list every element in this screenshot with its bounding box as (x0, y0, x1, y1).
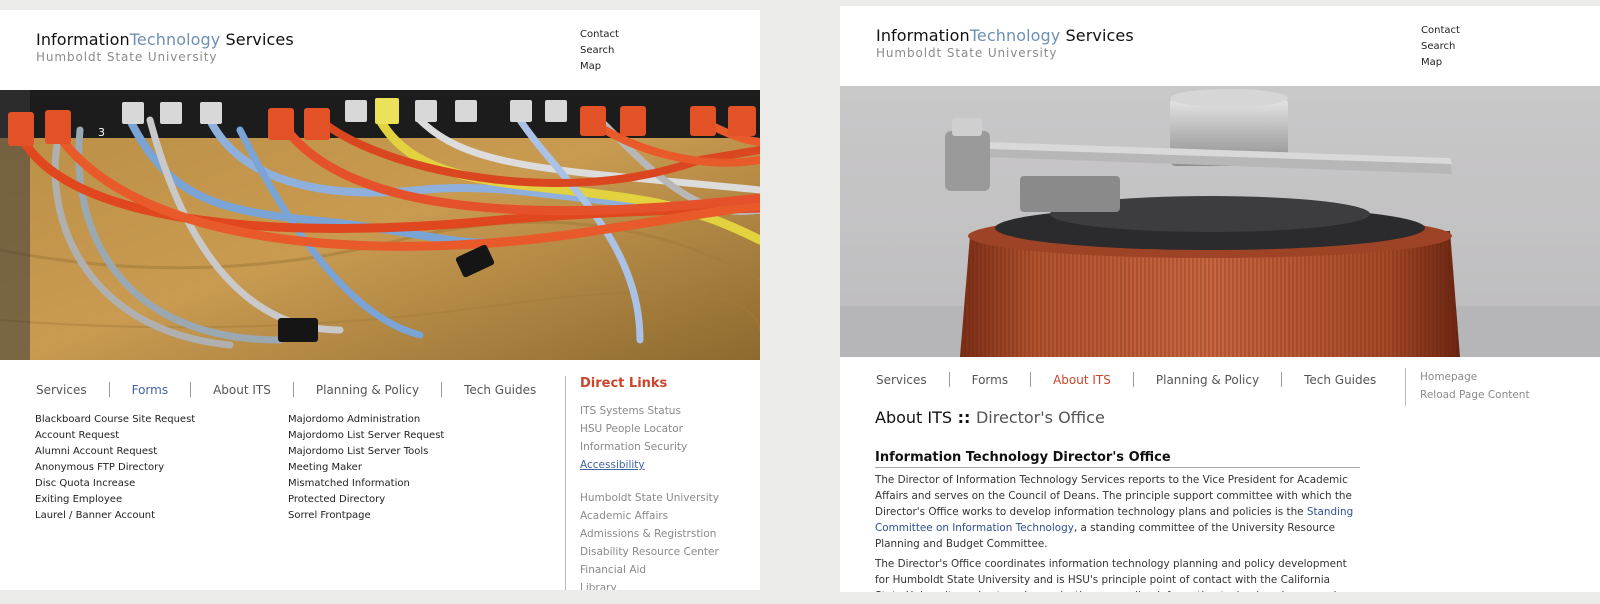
forms-list-left: Blackboard Course Site Request Account R… (35, 412, 195, 524)
form-link[interactable]: Meeting Maker (288, 460, 444, 476)
forms-page: InformationTechnology Services Humboldt … (0, 10, 760, 590)
nav-planning-policy[interactable]: Planning & Policy (1156, 373, 1259, 387)
direct-link-academic-affairs[interactable]: Academic Affairs (580, 507, 719, 525)
form-link[interactable]: Laurel / Banner Account (35, 508, 195, 524)
utility-links: Contact Search Map (1421, 23, 1460, 71)
sidebar-divider (565, 376, 566, 590)
direct-link-information-security[interactable]: Information Security (580, 438, 719, 456)
direct-link-systems-status[interactable]: ITS Systems Status (580, 402, 719, 420)
direct-link-financial-aid[interactable]: Financial Aid (580, 561, 719, 579)
nav-tech-guides[interactable]: Tech Guides (464, 383, 536, 397)
form-link[interactable]: Disc Quota Increase (35, 476, 195, 492)
nav-divider (441, 382, 443, 397)
title-technology: Technology (969, 26, 1061, 45)
about-its-page: InformationTechnology Services Humboldt … (840, 6, 1600, 592)
network-cables-photo: 3 (0, 90, 760, 360)
nav-divider (1281, 372, 1283, 387)
search-link[interactable]: Search (1421, 39, 1460, 55)
nav-divider (1132, 372, 1134, 387)
form-link[interactable]: Alumni Account Request (35, 444, 195, 460)
direct-link-accessibility[interactable]: Accessibility (580, 456, 719, 474)
nav-divider (292, 382, 294, 397)
direct-link-disability-resource[interactable]: Disability Resource Center (580, 543, 719, 561)
nav-planning-policy[interactable]: Planning & Policy (316, 383, 419, 397)
site-brand[interactable]: InformationTechnology Services Humboldt … (36, 30, 294, 64)
direct-links-list: ITS Systems Status HSU People Locator In… (580, 402, 719, 590)
form-link[interactable]: Sorrel Frontpage (288, 508, 444, 524)
title-information: Information (876, 26, 970, 45)
form-link[interactable]: Mismatched Information (288, 476, 444, 492)
homepage-link[interactable]: Homepage (1420, 368, 1530, 386)
nav-forms[interactable]: Forms (972, 373, 1008, 387)
list-spacer (580, 474, 719, 489)
nav-forms[interactable]: Forms (132, 383, 168, 397)
map-link[interactable]: Map (580, 59, 619, 75)
direct-link-library[interactable]: Library (580, 579, 719, 590)
main-nav: Services Forms About ITS Planning & Poli… (876, 372, 1376, 387)
title-services: Services (1060, 26, 1134, 45)
main-nav: Services Forms About ITS Planning & Poli… (36, 382, 536, 397)
page-title: About ITS :: Director's Office (875, 408, 1360, 427)
form-link[interactable]: Majordomo Administration (288, 412, 444, 428)
site-subtitle: Humboldt State University (876, 46, 1058, 60)
direct-link-people-locator[interactable]: HSU People Locator (580, 420, 719, 438)
form-link[interactable]: Majordomo List Server Request (288, 428, 444, 444)
direct-link-hsu[interactable]: Humboldt State University (580, 489, 719, 507)
nav-divider (190, 382, 192, 397)
site-title: InformationTechnology Services (36, 30, 294, 49)
paragraph-reporting: The Director of Information Technology S… (875, 472, 1360, 552)
paragraph-text: The Director of Information Technology S… (875, 474, 1352, 518)
main-content: About ITS :: Director's Office Informati… (875, 408, 1360, 592)
page-title-separator: :: (952, 408, 976, 427)
nav-divider (1030, 372, 1032, 387)
direct-link-admissions[interactable]: Admissions & Registrstion (580, 525, 719, 543)
paragraph-coordination: The Director's Office coordinates inform… (875, 558, 1347, 592)
contact-link[interactable]: Contact (1421, 23, 1460, 39)
contact-link[interactable]: Contact (580, 27, 619, 43)
title-services: Services (220, 30, 294, 49)
page-title-subsection: Director's Office (975, 408, 1105, 427)
form-link[interactable]: Anonymous FTP Directory (35, 460, 195, 476)
form-link[interactable]: Protected Directory (288, 492, 444, 508)
form-link[interactable]: Account Request (35, 428, 195, 444)
site-brand[interactable]: InformationTechnology Services Humboldt … (876, 26, 1134, 60)
network-cables-image: 3 (0, 90, 760, 360)
reload-page-link[interactable]: Reload Page Content (1420, 386, 1530, 404)
site-title: InformationTechnology Services (876, 26, 1134, 45)
sidebar-divider (1405, 368, 1406, 406)
nav-divider (108, 382, 110, 397)
nav-about-its[interactable]: About ITS (213, 383, 271, 397)
forms-list-right: Majordomo Administration Majordomo List … (288, 412, 444, 524)
page-title-section: About ITS (875, 408, 953, 427)
form-link[interactable]: Exiting Employee (35, 492, 195, 508)
form-link[interactable]: Majordomo List Server Tools (288, 444, 444, 460)
side-links: Homepage Reload Page Content (1420, 368, 1530, 404)
utility-links: Contact Search Map (580, 27, 619, 75)
site-subtitle: Humboldt State University (36, 50, 218, 64)
variable-transformer-photo (840, 86, 1600, 357)
direct-links-heading: Direct Links (580, 376, 668, 391)
nav-about-its[interactable]: About ITS (1053, 373, 1111, 387)
variac-image (840, 86, 1600, 357)
section-heading: Information Technology Director's Office (875, 450, 1360, 468)
search-link[interactable]: Search (580, 43, 619, 59)
title-information: Information (36, 30, 130, 49)
nav-services[interactable]: Services (876, 373, 927, 387)
form-link[interactable]: Blackboard Course Site Request (35, 412, 195, 428)
nav-services[interactable]: Services (36, 383, 87, 397)
nav-divider (948, 372, 950, 387)
svg-text:3: 3 (98, 126, 105, 139)
nav-tech-guides[interactable]: Tech Guides (1304, 373, 1376, 387)
title-technology: Technology (129, 30, 221, 49)
map-link[interactable]: Map (1421, 55, 1460, 71)
